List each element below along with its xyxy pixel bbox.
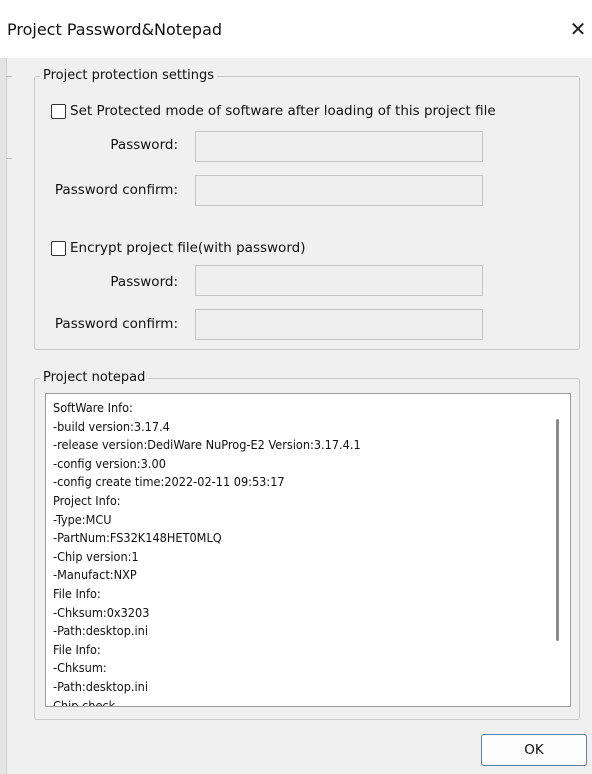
notepad-line: -Chksum: xyxy=(53,660,107,676)
notepad-line: -Path:desktop.ini xyxy=(53,678,149,694)
window-left-edge xyxy=(0,58,12,774)
notepad-line: -Chip version:1 xyxy=(53,548,139,564)
notepad-line: File Info: xyxy=(53,585,101,601)
scrollbar-thumb[interactable] xyxy=(556,419,559,641)
notepad-line: Chip check xyxy=(53,697,116,707)
notepad-line: -release version:DediWare NuProg-E2 Vers… xyxy=(53,437,361,453)
notepad-line: -PartNum:FS32K148HET0MLQ xyxy=(53,530,222,546)
encrypt-confirm-label: Password confirm: xyxy=(54,316,178,332)
window-title: Project Password&Notepad xyxy=(7,20,223,39)
protected-mode-checkbox[interactable]: Set Protected mode of software after loa… xyxy=(51,103,496,119)
notepad-textarea[interactable]: SoftWare Info: -build version:3.17.4 -rele… xyxy=(45,393,571,707)
protected-confirm-field[interactable] xyxy=(195,175,483,206)
notepad-line: -Type:MCU xyxy=(53,511,112,527)
title-bar: Project Password&Notepad ✕ xyxy=(0,0,592,58)
notepad-line: -Manufact:NXP xyxy=(53,567,137,583)
protected-confirm-label: Password confirm: xyxy=(54,182,178,198)
notepad-line: -config version:3.00 xyxy=(53,455,166,471)
notepad-line: File Info: xyxy=(53,641,101,657)
protected-password-label: Password: xyxy=(110,137,178,153)
encrypt-checkbox[interactable]: Encrypt project file(with password) xyxy=(51,240,305,256)
encrypt-confirm-field[interactable] xyxy=(195,309,483,340)
encrypt-password-label: Password: xyxy=(110,274,178,290)
protected-mode-label: Set Protected mode of software after loa… xyxy=(70,103,496,119)
edge-tick xyxy=(6,158,12,159)
close-icon[interactable]: ✕ xyxy=(564,14,592,44)
checkbox-box[interactable] xyxy=(51,240,66,256)
notepad-group-legend: Project notepad xyxy=(40,370,149,385)
ok-button[interactable]: OK xyxy=(481,734,587,766)
protection-group-legend: Project protection settings xyxy=(40,68,217,83)
notepad-line: -build version:3.17.4 xyxy=(53,418,170,434)
protected-password-field[interactable] xyxy=(195,131,483,162)
checkbox-box[interactable] xyxy=(51,103,66,119)
notepad-line: -Path:desktop.ini xyxy=(53,623,149,639)
edge-tick xyxy=(6,76,12,77)
notepad-content: SoftWare Info: -build version:3.17.4 -rele… xyxy=(53,399,550,707)
notepad-line: SoftWare Info: xyxy=(53,400,133,415)
notepad-line: Project Info: xyxy=(53,492,121,508)
encrypt-label: Encrypt project file(with password) xyxy=(70,240,306,256)
encrypt-password-field[interactable] xyxy=(195,265,483,296)
notepad-line: -config create time:2022-02-11 09:53:17 xyxy=(53,474,285,490)
notepad-line: -Chksum:0x3203 xyxy=(53,604,150,620)
